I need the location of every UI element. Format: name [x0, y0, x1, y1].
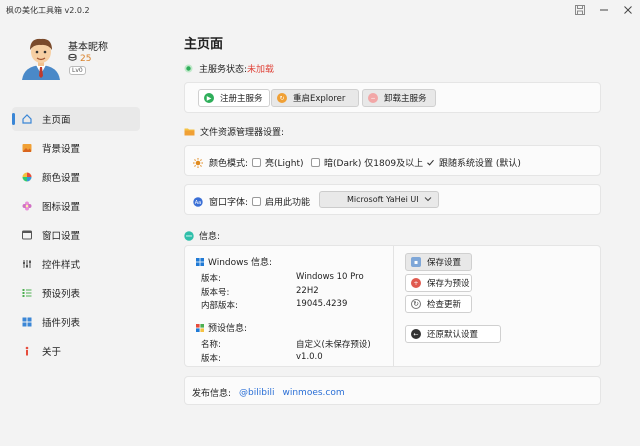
bilibili-link[interactable]: @bilibili	[239, 388, 274, 398]
dark-mode-checkbox[interactable]	[311, 158, 320, 167]
info-value: 22H2	[296, 286, 319, 296]
info-section: 信息:	[184, 229, 220, 242]
info-key: 版本:	[201, 274, 221, 284]
divider	[393, 246, 394, 366]
font-icon: Aa	[193, 196, 203, 207]
level-badge: Lv0	[69, 66, 86, 75]
sidebar-item-label: 主页面	[42, 115, 71, 126]
plugin-icon	[22, 317, 32, 327]
color-mode-card: 颜色模式: 亮(Light) 暗(Dark) 仅1809及以上 跟随系统设置 (…	[184, 145, 601, 176]
release-info: 发布信息: @bilibili winmoes.com	[192, 387, 345, 400]
light-mode-checkbox[interactable]	[252, 158, 261, 167]
sidebar-item-label: 图标设置	[42, 202, 81, 213]
service-card: ▶ 注册主服务 ↻ 重启Explorer − 卸载主服务	[184, 82, 601, 113]
uninstall-service-button[interactable]: − 卸载主服务	[362, 89, 436, 107]
sidebar-item-color[interactable]: 颜色设置	[12, 165, 140, 189]
refresh-icon: ↻	[277, 93, 287, 103]
info-key: 名称:	[201, 340, 221, 350]
sidebar-item-label: 插件列表	[42, 318, 81, 329]
user-profile: 基本昵称 25 Lv0	[18, 34, 168, 80]
website-link[interactable]: winmoes.com	[282, 388, 344, 398]
service-status: 主服务状态: 未加载	[184, 62, 274, 75]
sidebar-item-label: 关于	[42, 347, 62, 358]
chevron-down-icon	[424, 195, 432, 205]
coin-count: 25	[80, 54, 92, 64]
info-value: 19045.4239	[296, 299, 348, 309]
info-value: Windows 10 Pro	[296, 272, 364, 282]
save-icon[interactable]	[568, 0, 592, 20]
info-key: 版本号:	[201, 288, 230, 298]
sidebar-item-home[interactable]: 主页面	[12, 107, 140, 131]
sidebar-item-label: 颜色设置	[42, 173, 81, 184]
checkmark-icon[interactable]	[426, 158, 435, 167]
sidebar-item-label: 控件样式	[42, 260, 81, 271]
play-icon: ▶	[204, 93, 214, 103]
save-preset-button[interactable]: + 保存为预设	[405, 274, 472, 292]
sidebar-item-label: 背景设置	[42, 144, 81, 155]
page-title: 主页面	[184, 37, 224, 52]
info-key: 内部版本:	[201, 301, 238, 311]
avatar[interactable]	[18, 34, 64, 80]
service-status-label: 主服务状态:	[199, 65, 248, 75]
font-select[interactable]: Microsoft YaHei UI	[319, 191, 439, 208]
info-icon	[22, 346, 32, 356]
sidebar-item-presets[interactable]: 预设列表	[12, 281, 140, 305]
sidebar-item-about[interactable]: 关于	[12, 339, 140, 363]
svg-text:Aa: Aa	[195, 200, 201, 206]
register-service-button[interactable]: ▶ 注册主服务	[198, 89, 270, 107]
info-value: 自定义(未保存预设)	[296, 340, 371, 350]
nickname: 基本昵称	[68, 42, 108, 53]
window-title: 枫の美化工具箱 v2.0.2	[6, 6, 90, 15]
sidebar-item-label: 窗口设置	[42, 231, 81, 242]
sidebar-item-plugins[interactable]: 插件列表	[12, 310, 140, 334]
close-button[interactable]	[616, 0, 640, 20]
windows-info-title: Windows 信息:	[196, 255, 272, 268]
coin-balance: 25	[68, 53, 91, 65]
enable-font-checkbox[interactable]	[252, 197, 261, 206]
controls-icon	[22, 259, 32, 269]
release-card: 发布信息: @bilibili winmoes.com	[184, 376, 601, 405]
sun-icon	[193, 157, 203, 168]
service-status-value: 未加载	[247, 65, 275, 75]
sidebar-item-window[interactable]: 窗口设置	[12, 223, 140, 247]
sidebar-nav: 主页面 背景设置 颜色设置 图标设置 窗口设置 控件样式 预设列表 插件列表 关…	[12, 107, 140, 368]
windows-logo-icon	[196, 257, 204, 266]
check-update-button[interactable]: ↻ 检查更新	[405, 295, 472, 313]
preset-info-title: 预设信息:	[196, 321, 247, 334]
sidebar-item-controls[interactable]: 控件样式	[12, 252, 140, 276]
sidebar-item-background[interactable]: 背景设置	[12, 136, 140, 160]
light-mode-option[interactable]: 亮(Light)	[252, 156, 303, 169]
info-value: v1.0.0	[296, 352, 323, 362]
info-key: 版本:	[201, 354, 221, 364]
sync-icon: ↻	[411, 299, 421, 309]
sidebar-item-icons[interactable]: 图标设置	[12, 194, 140, 218]
flower-icon	[22, 201, 32, 211]
dark-mode-option[interactable]: 暗(Dark) 仅1809及以上	[311, 156, 423, 169]
more-icon	[184, 230, 194, 241]
title-bar: 枫の美化工具箱 v2.0.2	[0, 0, 640, 20]
palette-icon	[22, 172, 32, 182]
status-dot-icon	[184, 64, 193, 73]
sidebar-item-label: 预设列表	[42, 289, 81, 300]
explorer-section: 文件资源管理器设置:	[184, 125, 284, 138]
uninstall-icon: −	[368, 93, 378, 103]
follow-system-option[interactable]: 跟随系统设置 (默认)	[426, 156, 521, 169]
minimize-button[interactable]	[592, 0, 616, 20]
restore-defaults-button[interactable]: ← 还原默认设置	[405, 325, 501, 343]
enable-font-option[interactable]: 启用此功能	[252, 195, 310, 208]
coin-icon	[68, 53, 77, 65]
list-icon	[22, 288, 32, 298]
color-mode-label: 颜色模式:	[193, 156, 248, 169]
save-settings-button[interactable]: ▪ 保存设置	[405, 253, 472, 271]
save-icon: ▪	[411, 257, 421, 267]
restart-explorer-button[interactable]: ↻ 重启Explorer	[271, 89, 359, 107]
folder-icon	[184, 127, 195, 136]
save-preset-icon: +	[411, 278, 421, 288]
preset-grid-icon	[196, 323, 204, 332]
home-icon	[22, 114, 32, 124]
window-icon	[22, 230, 32, 240]
font-label: Aa 窗口字体:	[193, 196, 249, 208]
image-icon	[22, 143, 32, 153]
restore-icon: ←	[411, 329, 421, 339]
